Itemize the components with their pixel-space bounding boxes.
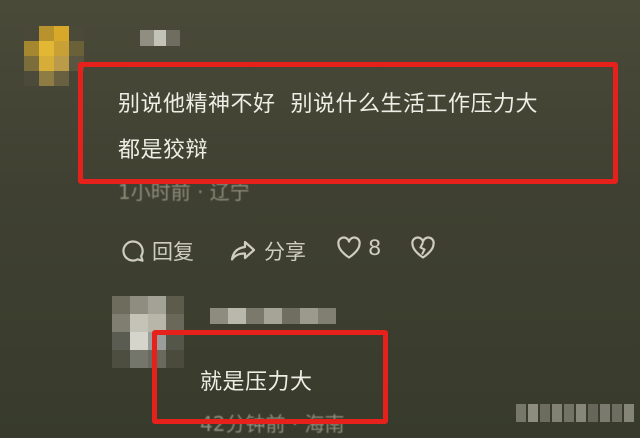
share-button[interactable]: 分享 (228, 236, 306, 266)
username[interactable] (140, 30, 180, 46)
watermark (516, 404, 634, 422)
reply-button[interactable]: 回复 (120, 236, 194, 266)
avatar[interactable] (24, 26, 84, 86)
highlight-box (78, 62, 618, 184)
like-button[interactable]: 8 (336, 236, 381, 260)
like-count: 8 (368, 236, 382, 260)
reply-label: 回复 (152, 240, 194, 264)
highlight-box (152, 330, 388, 424)
username[interactable] (210, 308, 336, 324)
broken-heart-icon (410, 236, 436, 260)
heart-icon (336, 236, 362, 260)
dislike-button[interactable] (410, 236, 436, 260)
share-arrow-icon (228, 238, 258, 264)
comment-bubble-icon (120, 238, 146, 264)
share-label: 分享 (264, 240, 306, 264)
